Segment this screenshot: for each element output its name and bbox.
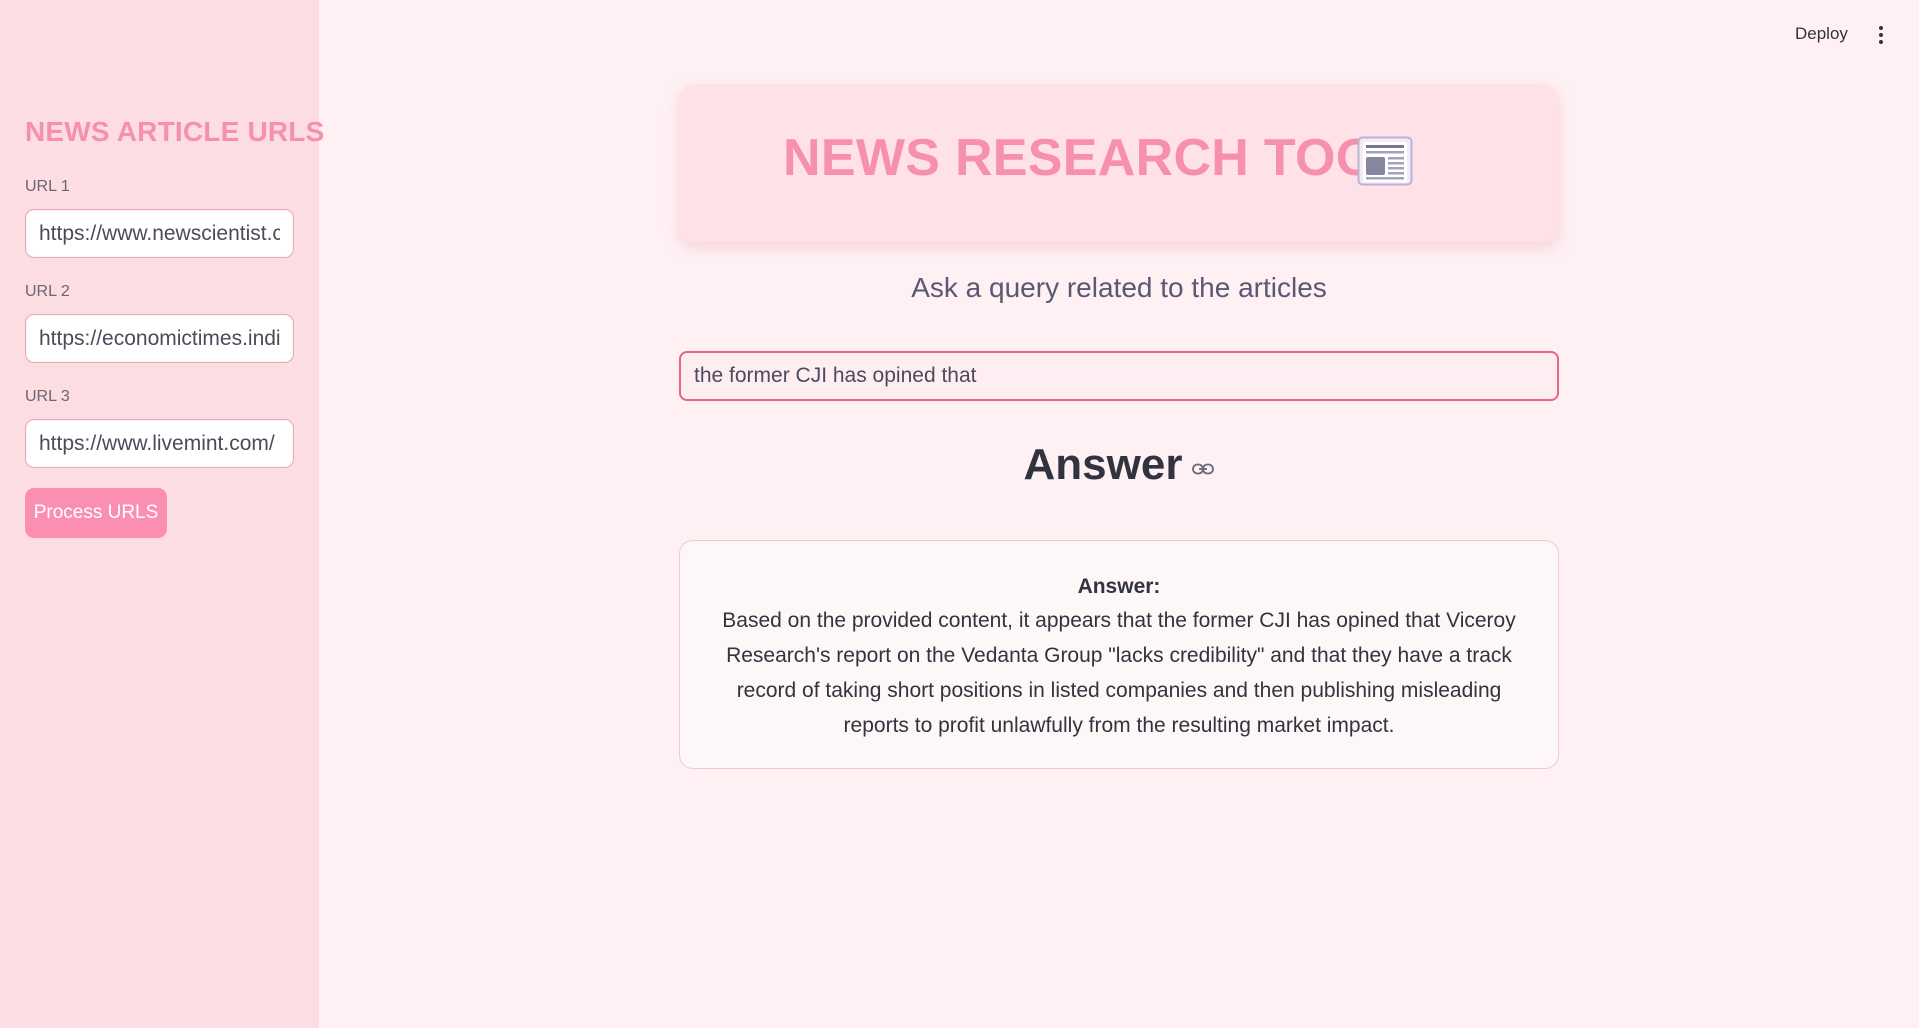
page-title: NEWS RESEARCH TOOL (783, 129, 1409, 187)
url-2-input[interactable] (25, 314, 294, 363)
url-2-label: URL 2 (25, 283, 70, 300)
title-card: NEWS RESEARCH TOOL (679, 84, 1559, 242)
sidebar-title: NEWS ARTICLE URLS (25, 116, 325, 147)
url-1-label: URL 1 (25, 178, 70, 195)
answer-label: Answer: (1077, 575, 1161, 598)
process-urls-button[interactable]: Process URLS (25, 488, 167, 538)
answer-heading-row: Answer (679, 440, 1559, 490)
sidebar: NEWS ARTICLE URLS URL 1 URL 2 URL 3 Proc… (0, 0, 324, 1028)
url-1-input[interactable] (25, 209, 294, 258)
answer-text: Based on the provided content, it appear… (722, 609, 1516, 737)
link-icon[interactable] (1192, 462, 1215, 476)
deploy-button[interactable]: Deploy (1795, 24, 1848, 44)
url-3-input[interactable] (25, 419, 294, 468)
answer-card: Answer: Based on the provided content, i… (679, 540, 1559, 769)
query-prompt: Ask a query related to the articles (911, 272, 1327, 303)
url-3-label: URL 3 (25, 388, 70, 405)
kebab-menu-icon[interactable] (1870, 24, 1892, 46)
query-input[interactable] (679, 351, 1559, 401)
answer-heading: Answer (1023, 440, 1183, 489)
newspaper-icon (1357, 136, 1413, 186)
